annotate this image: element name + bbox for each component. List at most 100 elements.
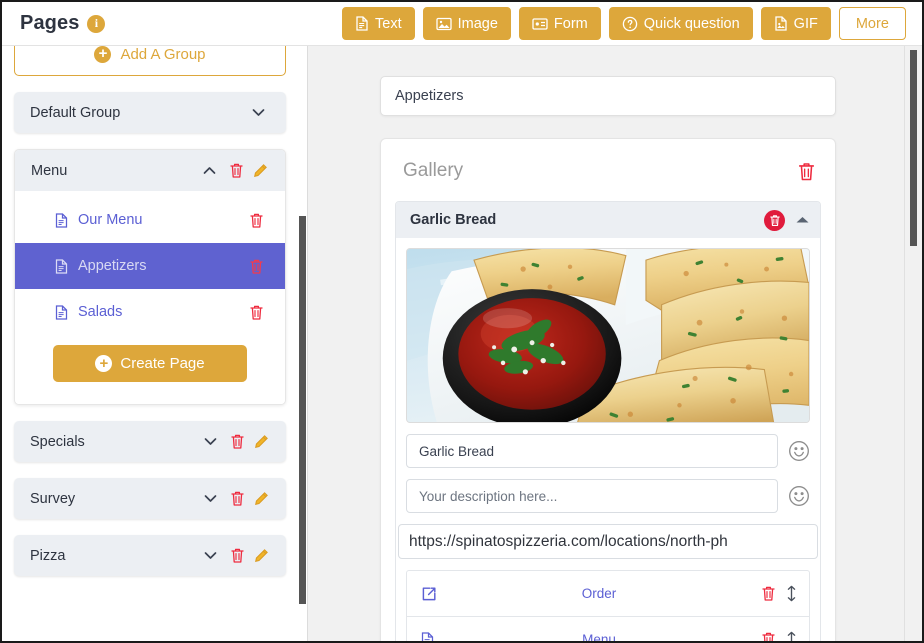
item-name-row: Garlic Bread: [406, 434, 810, 468]
group-name: Menu: [31, 162, 68, 179]
plus-circle-icon: +: [95, 355, 113, 372]
page-title-value: Appetizers: [395, 88, 464, 104]
link-actions: [755, 583, 797, 605]
caret-up-icon[interactable]: [795, 215, 810, 225]
group-header[interactable]: Menu: [15, 150, 285, 191]
sidebar-group-pizza[interactable]: Pizza: [14, 535, 286, 576]
page-name: Our Menu: [78, 212, 143, 228]
sidebar-group-specials[interactable]: Specials: [14, 421, 286, 462]
chevron-down-icon[interactable]: [202, 548, 218, 564]
add-group-label: Add A Group: [120, 46, 206, 63]
insert-text-button[interactable]: Text: [342, 7, 415, 40]
canvas-scrollbar-thumb[interactable]: [910, 50, 917, 246]
group-header[interactable]: Pizza: [14, 535, 286, 576]
group-name: Pizza: [30, 547, 66, 564]
group-header[interactable]: Specials: [14, 421, 286, 462]
insert-text-label: Text: [375, 15, 402, 32]
more-label: More: [855, 15, 889, 32]
page-name: Appetizers: [78, 258, 147, 274]
add-group-button[interactable]: + Add A Group: [14, 46, 286, 76]
sidebar-group-default[interactable]: Default Group: [14, 92, 286, 133]
info-icon[interactable]: i: [87, 14, 106, 33]
item-description-input[interactable]: Your description here...: [406, 479, 778, 513]
group-header[interactable]: Survey: [14, 478, 286, 519]
sidebar-scrollbar[interactable]: [299, 216, 306, 604]
delete-group-button[interactable]: [226, 545, 248, 567]
garlic-bread-photo[interactable]: [406, 248, 810, 423]
drag-vertical-icon[interactable]: [786, 631, 797, 641]
delete-page-button[interactable]: [245, 209, 267, 231]
form-card-icon: [532, 17, 548, 31]
item-description-row: Your description here...: [406, 479, 810, 513]
edit-group-button[interactable]: [250, 488, 272, 510]
table-row[interactable]: Menu: [407, 617, 809, 643]
chevron-down-icon[interactable]: [250, 105, 266, 121]
gif-file-icon: [774, 16, 788, 31]
insert-gif-button[interactable]: GIF: [760, 7, 831, 40]
item-url-input[interactable]: https://spinatospizzeria.com/locations/n…: [398, 524, 818, 559]
smiley-icon[interactable]: [788, 485, 810, 507]
sidebar-group-survey[interactable]: Survey: [14, 478, 286, 519]
more-button[interactable]: More: [838, 7, 906, 40]
create-page-wrap: + Create Page: [15, 335, 285, 404]
insert-quick-question-button[interactable]: Quick question: [608, 7, 753, 40]
gallery-header: Gallery: [395, 155, 821, 187]
sidebar-item-salads[interactable]: Salads: [15, 289, 285, 335]
delete-link-button[interactable]: [757, 583, 779, 605]
group-header[interactable]: Default Group: [14, 92, 286, 133]
delete-link-button[interactable]: [757, 629, 779, 641]
page-name: Salads: [78, 304, 123, 320]
page-header: Pages i: [20, 12, 106, 35]
create-page-button[interactable]: + Create Page: [53, 345, 247, 382]
drag-vertical-icon[interactable]: [786, 585, 797, 602]
page-title-input[interactable]: Appetizers: [380, 76, 836, 116]
external-link-icon: [421, 586, 443, 602]
document-icon: [55, 304, 68, 320]
link-label: Menu: [582, 632, 616, 643]
chevron-down-icon[interactable]: [202, 491, 218, 507]
image-icon: [435, 17, 452, 31]
delete-group-button[interactable]: [226, 488, 248, 510]
sidebar-group-menu: Menu Our Menu Appetizers Salads + Create…: [14, 149, 286, 405]
create-page-label: Create Page: [120, 355, 205, 372]
gallery-title: Gallery: [403, 160, 464, 181]
chevron-up-icon[interactable]: [201, 163, 217, 179]
trash-circle-icon[interactable]: [764, 209, 785, 231]
insert-quick-question-label: Quick question: [643, 15, 740, 32]
document-icon: [55, 258, 68, 274]
delete-group-button[interactable]: [225, 160, 247, 182]
top-bar: Pages i Text Image Form Quick question G…: [2, 2, 922, 46]
smiley-icon[interactable]: [788, 440, 810, 462]
insert-form-label: Form: [553, 15, 588, 32]
insert-image-button[interactable]: Image: [422, 7, 511, 40]
table-row[interactable]: Order: [407, 571, 809, 617]
group-pages: Our Menu Appetizers Salads + Create Page: [15, 191, 285, 404]
group-name: Specials: [30, 433, 85, 450]
insert-image-label: Image: [457, 15, 498, 32]
edit-group-button[interactable]: [250, 545, 272, 567]
plus-circle-icon: +: [94, 46, 112, 63]
delete-group-button[interactable]: [226, 431, 248, 453]
gallery-item-body: Garlic Bread Your description here... ht…: [396, 238, 820, 643]
edit-group-button[interactable]: [250, 431, 272, 453]
chevron-down-icon[interactable]: [202, 434, 218, 450]
item-name-input[interactable]: Garlic Bread: [406, 434, 778, 468]
insert-form-button[interactable]: Form: [518, 7, 601, 40]
sidebar-item-appetizers[interactable]: Appetizers: [15, 243, 285, 289]
group-name: Survey: [30, 490, 76, 507]
app-window: Pages i Text Image Form Quick question G…: [0, 0, 924, 643]
gallery-block: Gallery Garlic Bread Garlic Bread Your d…: [380, 138, 836, 643]
edit-group-button[interactable]: [249, 160, 271, 182]
item-description-placeholder: Your description here...: [419, 488, 558, 504]
group-name: Default Group: [30, 104, 121, 121]
question-circle-icon: [622, 16, 638, 32]
delete-page-button[interactable]: [245, 301, 267, 323]
delete-gallery-button[interactable]: [795, 160, 817, 182]
sidebar-item-our-menu[interactable]: Our Menu: [15, 197, 285, 243]
item-url-value: https://spinatospizzeria.com/locations/n…: [409, 532, 728, 550]
gallery-item-title: Garlic Bread: [410, 212, 497, 228]
document-icon: [355, 16, 369, 31]
delete-page-button[interactable]: [245, 255, 267, 277]
document-icon: [55, 212, 68, 228]
gallery-item-header[interactable]: Garlic Bread: [396, 202, 820, 238]
